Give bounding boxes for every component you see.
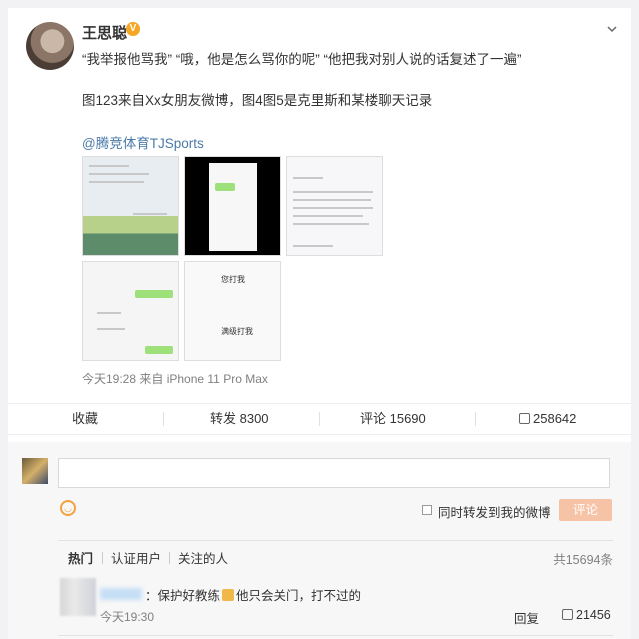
like-count: 258642 xyxy=(533,411,577,426)
comment-like-button[interactable]: 21456 xyxy=(562,608,611,622)
chevron-down-icon[interactable] xyxy=(607,24,617,34)
mention-link[interactable]: @腾竞体育TJSports xyxy=(82,132,204,152)
post-image-2[interactable] xyxy=(184,156,281,256)
tab-hot[interactable]: 热门 xyxy=(68,548,93,567)
post-image-4[interactable] xyxy=(82,261,179,361)
post-image-3[interactable] xyxy=(286,156,383,256)
comment-total: 共15694条 xyxy=(553,553,613,567)
repost-checkbox-label[interactable]: 同时转发到我的微博 xyxy=(438,502,551,521)
verified-badge-icon: V xyxy=(126,22,140,36)
post-meta: 今天19:28 来自 iPhone 11 Pro Max xyxy=(82,372,268,386)
comment-input[interactable] xyxy=(58,458,610,488)
commenter-name[interactable] xyxy=(100,588,142,600)
like-button[interactable]: 258642 xyxy=(519,404,576,434)
comment-section: ◡ 同时转发到我的微博 评论 热门 认证用户 关注的人 共15694条 ：保护好… xyxy=(8,442,631,639)
comment-text-part-1: ：保护好教练 xyxy=(145,589,221,603)
username[interactable]: 王思聪 xyxy=(82,22,127,43)
emoji-icon[interactable]: ◡ xyxy=(60,500,76,516)
comment-button[interactable]: 评论 15690 xyxy=(360,404,426,434)
comment-time: 今天19:30 xyxy=(100,610,155,624)
favorite-button[interactable]: 收藏 xyxy=(72,404,98,434)
comment-text: ：保护好教练 他只会关门，打不过的 xyxy=(145,585,361,604)
tab-verified-users[interactable]: 认证用户 xyxy=(111,548,161,567)
thumbs-up-icon xyxy=(519,413,530,424)
divider xyxy=(58,635,613,636)
repost-checkbox[interactable] xyxy=(422,505,432,515)
divider xyxy=(58,540,613,541)
tab-following[interactable]: 关注的人 xyxy=(178,548,228,567)
reply-button[interactable]: 回复 xyxy=(514,608,539,627)
commenter-avatar[interactable] xyxy=(60,578,96,616)
post-image-5[interactable]: 您打我 满级打我 xyxy=(184,261,281,361)
comment-text-part-2: 他只会关门，打不过的 xyxy=(236,589,362,603)
weibo-post-card: 王思聪 V “我举报他骂我” “哦，他是怎么骂你的呢” “他把我对别人说的话复述… xyxy=(8,8,631,639)
comment-like-count: 21456 xyxy=(576,608,611,622)
post-text-line-2: 图123来自Xx女朋友微博，图4图5是克里斯和某楼聊天记录 xyxy=(82,93,433,108)
user-avatar[interactable] xyxy=(26,22,74,70)
image-5-chat-line-1: 您打我 xyxy=(221,275,245,284)
my-avatar xyxy=(22,458,48,484)
action-bar: 收藏 转发 8300 评论 15690 258642 xyxy=(8,403,631,435)
repost-button[interactable]: 转发 8300 xyxy=(210,404,269,434)
post-image-1[interactable] xyxy=(82,156,179,256)
image-5-chat-line-2: 满级打我 xyxy=(221,327,253,336)
submit-comment-button[interactable]: 评论 xyxy=(559,499,612,521)
thumbs-up-icon xyxy=(562,609,573,620)
thumbs-up-emoji-icon xyxy=(222,589,235,601)
post-text-line-1: “我举报他骂我” “哦，他是怎么骂你的呢” “他把我对别人说的话复述了一遍” xyxy=(82,52,522,67)
